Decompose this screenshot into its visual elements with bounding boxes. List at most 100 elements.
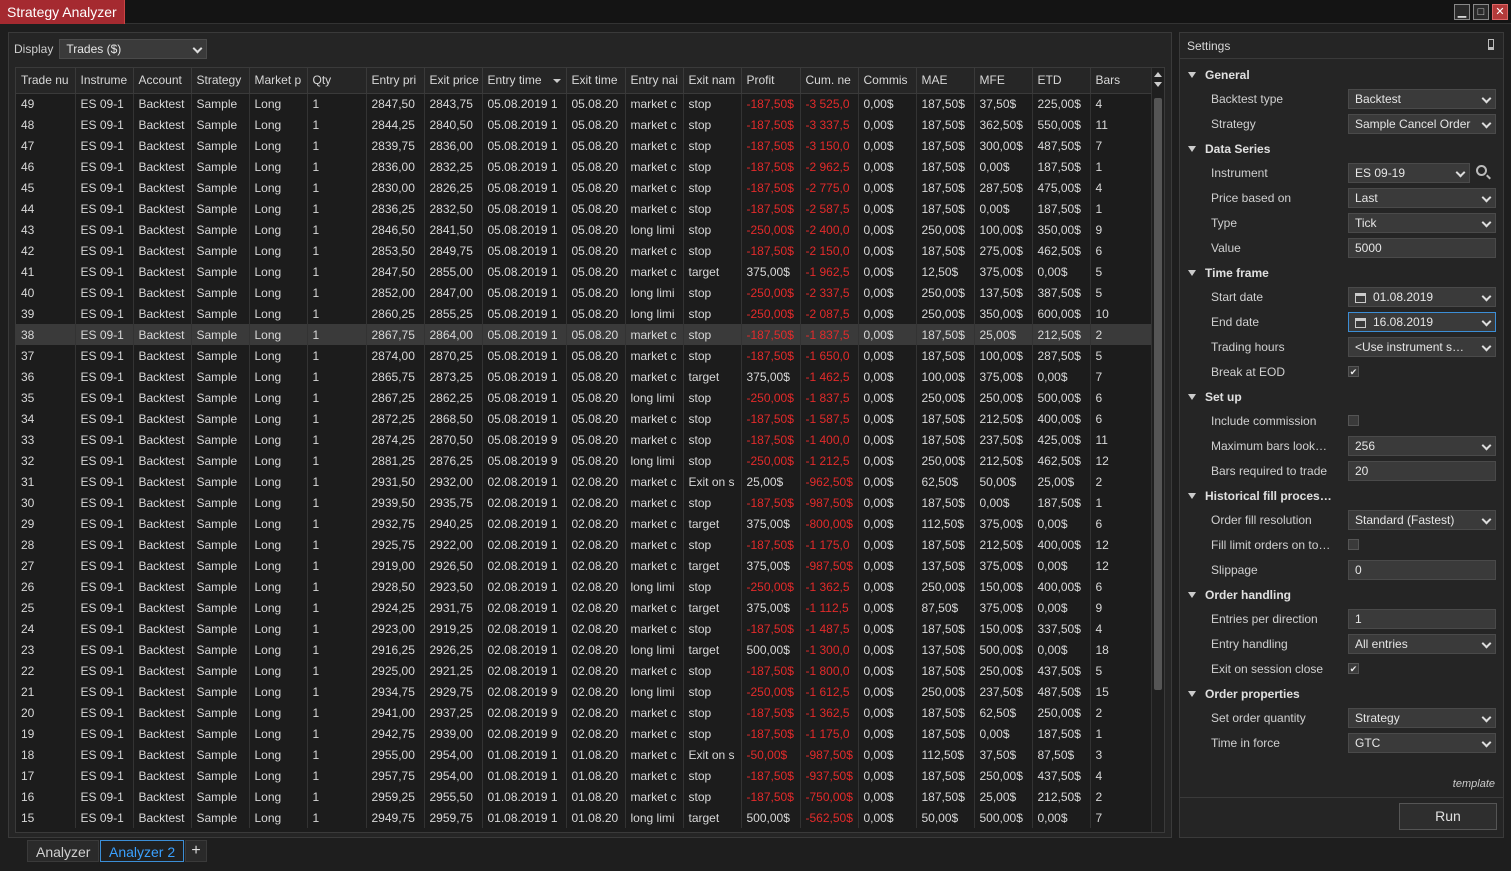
- table-row[interactable]: 20 ES 09-1 Backtest Sample Long 1 2941,00 2937,…: [16, 702, 1153, 723]
- table-row[interactable]: 17 ES 09-1 Backtest Sample Long 1 2957,75 2954,…: [16, 765, 1153, 786]
- table-row[interactable]: 42 ES 09-1 Backtest Sample Long 1 2853,50 2849,…: [16, 240, 1153, 261]
- column-header[interactable]: MFE: [974, 68, 1033, 94]
- pin-icon[interactable]: [1488, 39, 1494, 50]
- table-row[interactable]: 37 ES 09-1 Backtest Sample Long 1 2874,00 2870,…: [16, 345, 1153, 366]
- property-select[interactable]: All entries: [1348, 634, 1496, 654]
- table-row[interactable]: 38 ES 09-1 Backtest Sample Long 1 2867,75 2864,…: [16, 324, 1153, 345]
- collapse-triangle-icon[interactable]: [1188, 394, 1196, 400]
- column-header[interactable]: Trade nu: [16, 68, 76, 94]
- property-select[interactable]: Last: [1348, 188, 1496, 208]
- property-select[interactable]: 256: [1348, 436, 1496, 456]
- table-row[interactable]: 34 ES 09-1 Backtest Sample Long 1 2872,25 2868,…: [16, 408, 1153, 429]
- table-row[interactable]: 33 ES 09-1 Backtest Sample Long 1 2874,25 2870,…: [16, 429, 1153, 450]
- property-input[interactable]: 20: [1348, 461, 1496, 481]
- property-select[interactable]: Backtest: [1348, 89, 1496, 109]
- property-select[interactable]: Tick: [1348, 213, 1496, 233]
- table-row[interactable]: 47 ES 09-1 Backtest Sample Long 1 2839,75 2836,…: [16, 135, 1153, 156]
- table-row[interactable]: 25 ES 09-1 Backtest Sample Long 1 2924,25 2931,…: [16, 597, 1153, 618]
- property-select[interactable]: Standard (Fastest): [1348, 510, 1496, 530]
- date-picker[interactable]: 16.08.2019: [1348, 312, 1496, 332]
- settings-section[interactable]: Historical fill proces…: [1180, 484, 1503, 508]
- table-row[interactable]: 31 ES 09-1 Backtest Sample Long 1 2931,50 2932,…: [16, 471, 1153, 492]
- column-header[interactable]: Cum. ne: [800, 68, 859, 94]
- column-header[interactable]: Commis: [858, 68, 917, 94]
- table-row[interactable]: 35 ES 09-1 Backtest Sample Long 1 2867,25 2862,…: [16, 387, 1153, 408]
- collapse-triangle-icon[interactable]: [1188, 691, 1196, 697]
- column-header[interactable]: Exit price: [424, 68, 483, 94]
- tab-analyzer[interactable]: Analyzer: [27, 840, 100, 862]
- settings-section[interactable]: Set up: [1180, 385, 1503, 409]
- column-header[interactable]: Qty: [307, 68, 367, 94]
- table-row[interactable]: 18 ES 09-1 Backtest Sample Long 1 2955,00 2954,…: [16, 744, 1153, 765]
- table-row[interactable]: 36 ES 09-1 Backtest Sample Long 1 2865,75 2873,…: [16, 366, 1153, 387]
- minimize-icon[interactable]: ▁: [1454, 4, 1470, 20]
- table-row[interactable]: 32 ES 09-1 Backtest Sample Long 1 2881,25 2876,…: [16, 450, 1153, 471]
- property-select[interactable]: Sample Cancel Order: [1348, 114, 1496, 134]
- property-input[interactable]: 0: [1348, 560, 1496, 580]
- table-row[interactable]: 43 ES 09-1 Backtest Sample Long 1 2846,50 2841,…: [16, 219, 1153, 240]
- property-select[interactable]: ES 09-19: [1348, 163, 1470, 183]
- settings-section[interactable]: General: [1180, 63, 1503, 87]
- maximize-icon[interactable]: □: [1473, 4, 1489, 20]
- column-header[interactable]: Strategy: [191, 68, 250, 94]
- table-row[interactable]: 21 ES 09-1 Backtest Sample Long 1 2934,75 2929,…: [16, 681, 1153, 702]
- table-row[interactable]: 40 ES 09-1 Backtest Sample Long 1 2852,00 2847,…: [16, 282, 1153, 303]
- collapse-triangle-icon[interactable]: [1188, 270, 1196, 276]
- display-select[interactable]: Trades ($): [59, 39, 208, 59]
- table-row[interactable]: 49 ES 09-1 Backtest Sample Long 1 2847,50 2843,…: [16, 93, 1153, 114]
- collapse-triangle-icon[interactable]: [1188, 592, 1196, 598]
- run-button[interactable]: Run: [1399, 803, 1497, 830]
- table-row[interactable]: 23 ES 09-1 Backtest Sample Long 1 2916,25 2926,…: [16, 639, 1153, 660]
- property-select[interactable]: GTC: [1348, 733, 1496, 753]
- column-header[interactable]: MAE: [916, 68, 975, 94]
- table-row[interactable]: 41 ES 09-1 Backtest Sample Long 1 2847,50 2855,…: [16, 261, 1153, 282]
- table-row[interactable]: 28 ES 09-1 Backtest Sample Long 1 2925,75 2922,…: [16, 534, 1153, 555]
- column-header[interactable]: Entry time: [482, 68, 567, 94]
- property-select[interactable]: Strategy: [1348, 708, 1496, 728]
- property-select[interactable]: <Use instrument s…: [1348, 337, 1496, 357]
- column-header[interactable]: Account: [133, 68, 192, 94]
- table-row[interactable]: 24 ES 09-1 Backtest Sample Long 1 2923,00 2919,…: [16, 618, 1153, 639]
- collapse-triangle-icon[interactable]: [1188, 72, 1196, 78]
- property-input[interactable]: 1: [1348, 609, 1496, 629]
- table-row[interactable]: 30 ES 09-1 Backtest Sample Long 1 2939,50 2935,…: [16, 492, 1153, 513]
- settings-section[interactable]: Order properties: [1180, 682, 1503, 706]
- template-label[interactable]: template: [1453, 778, 1495, 790]
- column-header[interactable]: ETD: [1032, 68, 1091, 94]
- table-row[interactable]: 22 ES 09-1 Backtest Sample Long 1 2925,00 2921,…: [16, 660, 1153, 681]
- settings-section[interactable]: Data Series: [1180, 137, 1503, 161]
- column-header[interactable]: Exit nam: [683, 68, 742, 94]
- table-row[interactable]: 44 ES 09-1 Backtest Sample Long 1 2836,25 2832,…: [16, 198, 1153, 219]
- property-checkbox[interactable]: [1348, 415, 1359, 426]
- property-checkbox[interactable]: ✔: [1348, 663, 1359, 674]
- add-tab-button[interactable]: +: [185, 840, 207, 862]
- settings-section[interactable]: Order handling: [1180, 583, 1503, 607]
- table-row[interactable]: 26 ES 09-1 Backtest Sample Long 1 2928,50 2923,…: [16, 576, 1153, 597]
- table-row[interactable]: 45 ES 09-1 Backtest Sample Long 1 2830,00 2826,…: [16, 177, 1153, 198]
- column-header[interactable]: Entry nai: [625, 68, 684, 94]
- scroll-thumb[interactable]: [1154, 98, 1162, 690]
- close-icon[interactable]: ✕: [1492, 4, 1508, 20]
- table-row[interactable]: 19 ES 09-1 Backtest Sample Long 1 2942,75 2939,…: [16, 723, 1153, 744]
- table-row[interactable]: 29 ES 09-1 Backtest Sample Long 1 2932,75 2940,…: [16, 513, 1153, 534]
- table-row[interactable]: 15 ES 09-1 Backtest Sample Long 1 2949,75 2959,…: [16, 807, 1153, 828]
- column-header[interactable]: Market p: [249, 68, 308, 94]
- column-header[interactable]: Instrume: [75, 68, 134, 94]
- settings-section[interactable]: Time frame: [1180, 261, 1503, 285]
- column-header[interactable]: Profit: [741, 68, 801, 94]
- collapse-triangle-icon[interactable]: [1188, 493, 1196, 499]
- property-checkbox[interactable]: ✔: [1348, 366, 1359, 377]
- column-header[interactable]: Entry pri: [366, 68, 425, 94]
- property-input[interactable]: 5000: [1348, 238, 1496, 258]
- column-header[interactable]: Exit time: [566, 68, 626, 94]
- table-row[interactable]: 16 ES 09-1 Backtest Sample Long 1 2959,25 2955,…: [16, 786, 1153, 807]
- scroll-down-icon[interactable]: [1154, 82, 1162, 87]
- date-picker[interactable]: 01.08.2019: [1348, 287, 1496, 307]
- search-icon[interactable]: [1476, 165, 1487, 176]
- property-checkbox[interactable]: [1348, 539, 1359, 550]
- collapse-triangle-icon[interactable]: [1188, 146, 1196, 152]
- vertical-scrollbar[interactable]: [1151, 68, 1164, 832]
- table-row[interactable]: 39 ES 09-1 Backtest Sample Long 1 2860,25 2855,…: [16, 303, 1153, 324]
- table-row[interactable]: 46 ES 09-1 Backtest Sample Long 1 2836,00 2832,…: [16, 156, 1153, 177]
- tab-analyzer-2[interactable]: Analyzer 2: [100, 840, 185, 862]
